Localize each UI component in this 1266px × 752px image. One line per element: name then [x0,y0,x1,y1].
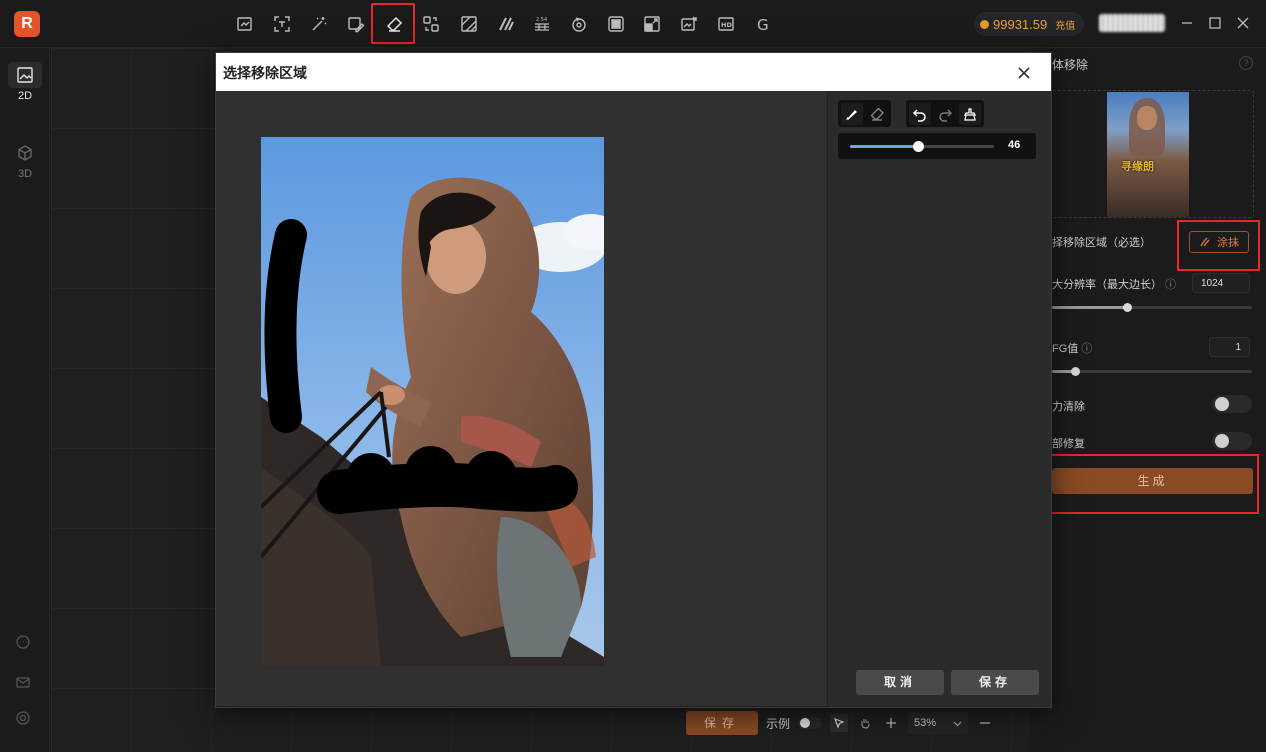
brush-size-value: 46 [1008,139,1021,151]
nav-item-2d[interactable]: 2D [0,66,50,102]
chat-icon[interactable] [15,634,35,654]
maximize-icon[interactable] [1205,13,1225,33]
layer-icon[interactable] [604,12,628,36]
brush-tool-icon[interactable] [841,102,863,125]
hand-icon[interactable] [856,714,874,732]
left-nav: 2D 3D [0,48,50,752]
resize-icon[interactable] [640,12,664,36]
save-button-bottom[interactable]: 保存 [686,711,758,735]
cube-icon [18,145,32,161]
image-upscale-icon[interactable] [677,12,701,36]
brush-icon [1200,237,1210,247]
source-image-box[interactable]: 寻缘朗 [1050,90,1254,218]
hd-icon[interactable]: HD [714,12,738,36]
right-panel: 体移除 ? 寻缘朗 择移除区域（必选） 涂抹 大分辨率（最大边长） ⓘ 1024… [1032,48,1266,752]
cancel-button[interactable]: 取消 [856,670,944,695]
resolution-slider[interactable] [1052,303,1252,312]
stripe-icon[interactable] [494,12,518,36]
resolution-label: 大分辨率（最大边长） ⓘ [1052,279,1177,291]
zoom-out-icon[interactable] [976,714,994,732]
eraser-tool-icon[interactable] [866,103,888,125]
username-redacted[interactable] [1099,14,1165,32]
rotate-3d-icon[interactable] [567,12,591,36]
g-icon[interactable]: G [751,12,775,36]
dialog-title: 选择移除区域 [223,65,307,81]
hatch-icon[interactable] [457,12,481,36]
clear-mask-icon[interactable] [959,102,981,125]
zoom-value: 53% [914,717,937,729]
app-logo: R [14,11,40,37]
close-window-icon[interactable] [1233,13,1253,33]
nav-item-3d[interactable]: 3D [0,144,50,180]
brush-tools-panel: 46 取消 保存 [829,91,1051,707]
brush-button-label: 涂抹 [1217,237,1239,249]
undo-icon[interactable] [909,102,931,125]
redo-icon[interactable] [934,103,956,125]
zoom-select[interactable]: 53% [908,712,969,734]
close-icon[interactable] [1016,65,1032,81]
coin-value: 99931.59 [993,16,1048,32]
magic-wand-icon[interactable] [307,12,331,36]
settings-icon[interactable] [15,710,35,730]
force-clear-toggle[interactable] [1212,395,1252,413]
pixel-scale-icon[interactable]: 2.54 [530,12,554,36]
draw-mode-group [838,100,891,127]
eraser-tool-highlight [371,3,415,44]
dialog-header: 选择移除区域 [216,53,1051,91]
svg-text:HD: HD [721,21,732,29]
example-toggle[interactable] [798,717,823,729]
resolution-input[interactable]: 1024 [1192,273,1250,293]
help-icon[interactable]: ? [1239,56,1253,70]
generate-button-highlight [1050,454,1259,514]
panel-title: 体移除 [1052,58,1089,72]
recharge-link[interactable]: 充值 [1055,17,1075,32]
coin-balance[interactable]: 99931.59 充值 [974,12,1084,36]
local-repair-toggle[interactable] [1212,432,1252,450]
history-group [906,100,984,127]
local-repair-label: 部修复 [1052,438,1085,450]
brush-size-slider[interactable]: 46 [838,133,1036,159]
top-toolbar: R 2.54 HD G 99931.59 充值 [0,0,1266,48]
svg-text:G: G [757,16,769,33]
dialog-body: 46 取消 保存 [216,91,1051,707]
pointer-icon[interactable] [830,714,849,732]
zoom-in-icon[interactable] [882,714,900,732]
brush-button[interactable]: 涂抹 [1189,231,1249,253]
thumbnail-watermark: 寻缘朗 [1121,161,1154,173]
source-thumbnail: 寻缘朗 [1107,92,1189,217]
bottom-bar: 保存 示例 53% [686,710,994,736]
image-edit-icon[interactable] [344,12,368,36]
app-window: R 2.54 HD G 99931.59 充值 2D 3D 体移除 ? 寻缘朗 … [0,0,1266,752]
cfg-input[interactable]: 1 [1209,337,1250,357]
nav-label-3d: 3D [17,168,33,180]
mask-edit-area[interactable] [216,91,828,707]
svg-text:2.54: 2.54 [536,17,547,23]
nav-label-2d: 2D [17,90,33,102]
cfg-slider[interactable] [1052,367,1252,376]
coin-icon [980,19,989,29]
force-clear-label: 力清除 [1052,401,1085,413]
swap-icon[interactable] [419,12,443,36]
select-area-label: 择移除区域（必选） [1052,237,1151,249]
select-area-dialog: 选择移除区域 46 取消 保存 [215,52,1052,708]
image-crop-icon[interactable] [233,12,257,36]
mail-icon[interactable] [15,674,35,694]
example-label: 示例 [766,716,791,731]
save-button[interactable]: 保存 [951,670,1039,695]
chevron-down-icon [953,721,962,726]
minimize-icon[interactable] [1177,13,1197,33]
scan-text-icon[interactable] [270,12,294,36]
image-icon [17,67,33,83]
cfg-label: FG值 ⓘ [1052,343,1093,355]
edit-photo[interactable] [261,137,604,666]
